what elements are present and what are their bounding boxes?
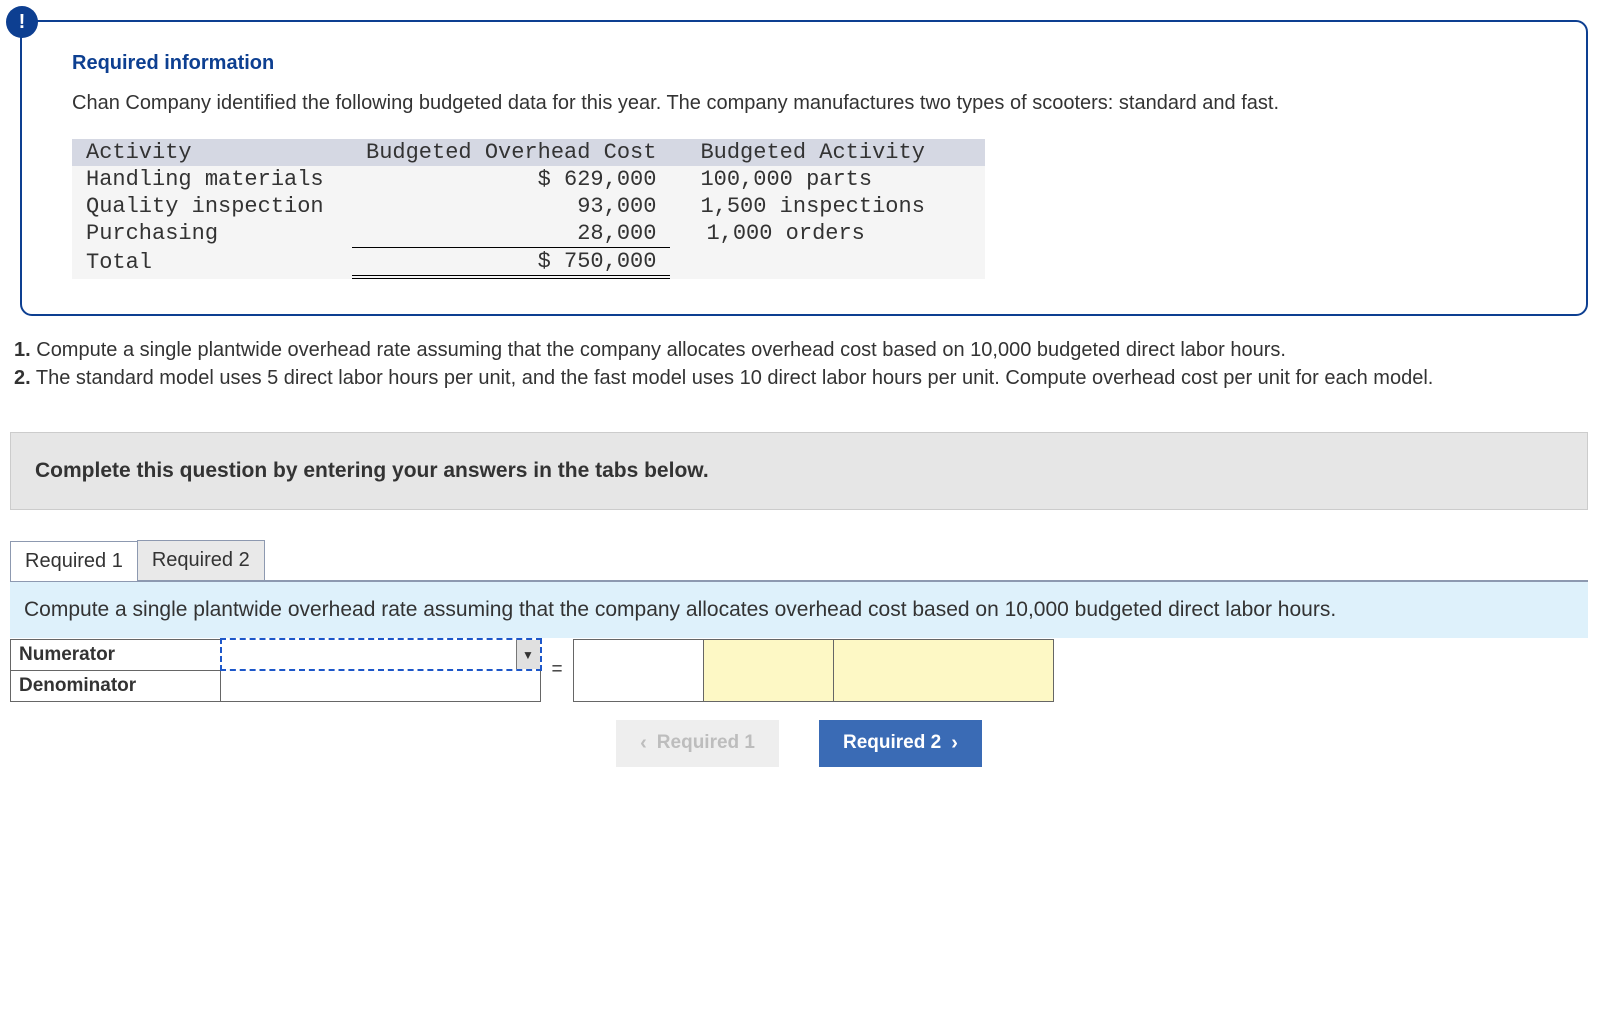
denominator-label: Denominator — [11, 670, 221, 701]
tab-required-1[interactable]: Required 1 — [10, 541, 138, 581]
required-information-box: ! Required information Chan Company iden… — [20, 20, 1588, 316]
chevron-down-icon[interactable]: ▼ — [516, 640, 540, 669]
answer-input-table: Numerator ▼ = Denominator — [10, 638, 1054, 702]
prev-tab-label: Required 1 — [657, 732, 755, 754]
tab-nav-buttons: ‹ Required 1 Required 2 › — [10, 720, 1588, 767]
table-row: Quality inspection 93,000 1,500 inspecti… — [72, 193, 985, 220]
tab-required-2[interactable]: Required 2 — [137, 540, 265, 580]
cell-cost: 93,000 — [352, 193, 670, 220]
budget-data-table: Activity Budgeted Overhead Cost Budgeted… — [72, 139, 985, 279]
cell-budact: 100,000 parts — [670, 166, 984, 193]
equals-sign: = — [541, 639, 574, 701]
intro-paragraph: Chan Company identified the following bu… — [72, 89, 1536, 117]
answer-tabs: Required 1 Required 2 — [10, 540, 1588, 581]
cell-budact: 1,000 orders — [670, 220, 984, 248]
cell-cost: 28,000 — [352, 220, 670, 248]
col-header-cost: Budgeted Overhead Cost — [352, 139, 670, 166]
table-header-row: Activity Budgeted Overhead Cost Budgeted… — [72, 139, 985, 166]
numerator-dropdown[interactable]: ▼ — [221, 639, 541, 670]
question-list: 1. Compute a single plantwide overhead r… — [14, 336, 1584, 392]
cell-cost: $ 629,000 — [352, 166, 670, 193]
result-per-input[interactable] — [833, 639, 1053, 701]
question-2: 2. The standard model uses 5 direct labo… — [14, 364, 1584, 392]
alert-icon: ! — [6, 6, 38, 38]
col-header-activity: Activity — [72, 139, 352, 166]
required-info-heading: Required information — [72, 52, 1536, 75]
next-tab-button[interactable]: Required 2 › — [819, 720, 982, 767]
prev-tab-button: ‹ Required 1 — [616, 720, 779, 767]
result-unit-input[interactable] — [703, 639, 833, 701]
chevron-left-icon: ‹ — [640, 732, 647, 755]
chevron-right-icon: › — [951, 732, 958, 755]
cell-activity: Quality inspection — [72, 193, 352, 220]
instruction-banner: Complete this question by entering your … — [10, 432, 1588, 510]
question-1: 1. Compute a single plantwide overhead r… — [14, 336, 1584, 364]
cell-activity: Handling materials — [72, 166, 352, 193]
table-total-row: Total $ 750,000 — [72, 248, 985, 278]
next-tab-label: Required 2 — [843, 732, 941, 754]
cell-total-cost: $ 750,000 — [352, 248, 670, 278]
table-row: Purchasing 28,000 1,000 orders — [72, 220, 985, 248]
col-header-budgeted-activity: Budgeted Activity — [670, 139, 984, 166]
tab-instruction: Compute a single plantwide overhead rate… — [10, 581, 1588, 638]
numerator-label: Numerator — [11, 639, 221, 670]
cell-activity: Purchasing — [72, 220, 352, 248]
table-row: Handling materials $ 629,000 100,000 par… — [72, 166, 985, 193]
cell-empty — [670, 248, 984, 278]
denominator-dropdown[interactable] — [221, 670, 541, 701]
cell-budact: 1,500 inspections — [670, 193, 984, 220]
result-value-input[interactable] — [573, 639, 703, 701]
cell-total-label: Total — [72, 248, 352, 278]
